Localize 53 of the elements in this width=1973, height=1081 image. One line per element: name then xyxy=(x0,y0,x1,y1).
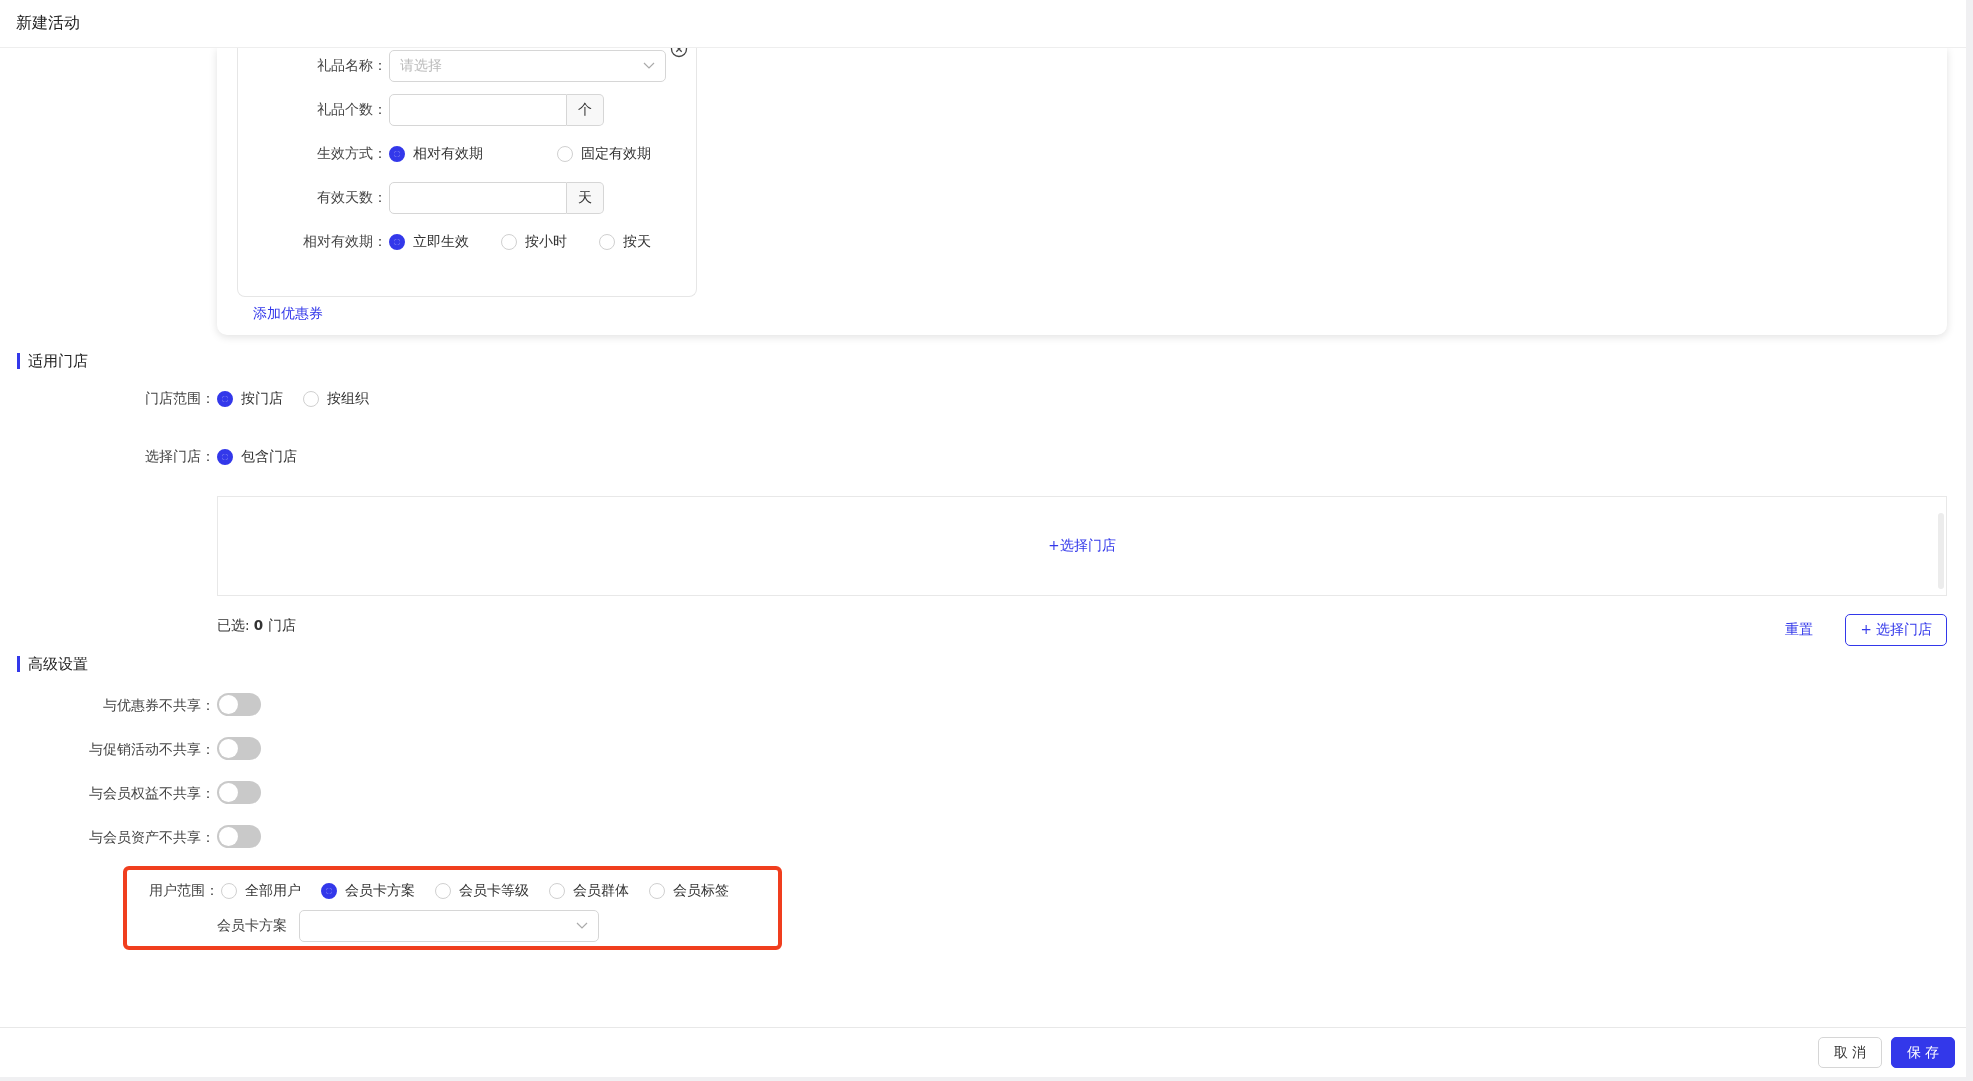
field-label: 礼品个数： xyxy=(316,101,388,119)
radio-option[interactable]: 按组织 xyxy=(303,390,369,408)
radio-option[interactable]: 立即生效 xyxy=(389,233,469,251)
toggle-switch[interactable] xyxy=(217,737,261,760)
toggle-label: 与促销活动不共享： xyxy=(88,741,216,759)
toggle-label: 与优惠券不共享： xyxy=(102,697,216,715)
radio-icon[interactable] xyxy=(217,449,233,465)
radio-option[interactable]: 按小时 xyxy=(501,233,567,251)
radio-option[interactable]: 会员群体 xyxy=(549,882,629,900)
unit-addon: 天 xyxy=(567,182,604,214)
field-label: 用户范围： xyxy=(148,882,220,900)
toggle-label: 与会员资产不共享： xyxy=(88,829,216,847)
reset-link[interactable]: 重置 xyxy=(1785,621,1814,639)
toggle-switch[interactable] xyxy=(217,781,261,804)
radio-icon[interactable] xyxy=(389,146,405,162)
field-label: 生效方式： xyxy=(316,145,388,163)
radio-option[interactable]: 会员卡方案 xyxy=(321,882,415,900)
radio-option[interactable]: 相对有效期 xyxy=(389,145,483,163)
placeholder-text: 请选择 xyxy=(400,57,442,75)
radio-option[interactable]: 包含门店 xyxy=(217,448,297,466)
radio-option[interactable]: 固定有效期 xyxy=(557,145,651,163)
input-field[interactable] xyxy=(389,182,567,214)
radio-option[interactable]: 按天 xyxy=(599,233,651,251)
field-label: 选择门店： xyxy=(144,448,216,466)
toggle-label: 与会员权益不共享： xyxy=(88,785,216,803)
unit-addon: 个 xyxy=(567,94,604,126)
field-label: 会员卡方案 xyxy=(217,917,288,935)
save-button[interactable]: 保 存 xyxy=(1891,1037,1955,1068)
add-coupon-link[interactable]: 添加优惠券 xyxy=(253,305,323,321)
select-store-link[interactable]: +选择门店 xyxy=(1048,537,1116,555)
section-title: 适用门店 xyxy=(17,353,88,369)
toggle-switch[interactable] xyxy=(217,693,261,716)
radio-icon[interactable] xyxy=(389,234,405,250)
radio-icon[interactable] xyxy=(217,391,233,407)
radio-option[interactable]: 全部用户 xyxy=(221,882,301,900)
select-store-button[interactable]: + 选择门店 xyxy=(1845,614,1947,646)
window-title: 新建活动 xyxy=(16,13,80,34)
input-field[interactable] xyxy=(389,94,567,126)
field-label: 门店范围： xyxy=(144,390,216,408)
radio-option[interactable]: 按门店 xyxy=(217,390,283,408)
radio-option[interactable]: 会员标签 xyxy=(649,882,729,900)
toggle-switch[interactable] xyxy=(217,825,261,848)
selected-count-text: 已选: 0 门店 xyxy=(217,617,296,635)
section-title: 高级设置 xyxy=(17,656,88,672)
field-label: 有效天数： xyxy=(316,189,388,207)
chevron-down-icon xyxy=(643,62,655,70)
field-label: 相对有效期： xyxy=(302,233,388,251)
cancel-button[interactable]: 取 消 xyxy=(1818,1037,1882,1068)
chevron-down-icon xyxy=(576,922,588,930)
radio-icon[interactable] xyxy=(321,883,337,899)
select-field[interactable] xyxy=(299,910,599,942)
radio-option[interactable]: 会员卡等级 xyxy=(435,882,529,900)
field-label: 礼品名称： xyxy=(316,57,388,75)
